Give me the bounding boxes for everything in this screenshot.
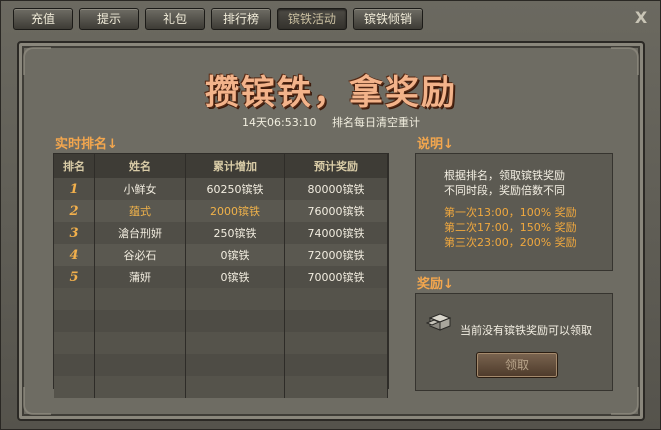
iron-ingot-icon <box>426 313 452 331</box>
empty-row <box>54 332 388 354</box>
desc-section-label: 说明↓ <box>417 137 454 152</box>
corner-ornament <box>23 387 51 415</box>
empty-row <box>54 376 388 398</box>
close-icon[interactable]: X <box>632 9 650 27</box>
tab-bar: 充值 提示 礼包 排行榜 镔铁活动 镔铁倾销 <box>13 8 424 30</box>
name-cell: 蒲妍 <box>94 266 186 288</box>
desc-line: 根据排名，领取镔铁奖励 <box>444 169 565 182</box>
name-cell: 蕴式 <box>94 200 186 222</box>
reward-cell: 70000镔铁 <box>284 266 388 288</box>
page-title: 攒镔铁，拿奖励 <box>205 73 457 113</box>
header-reward: 预计奖励 <box>284 154 388 178</box>
rank-section-label: 实时排名↓ <box>55 137 118 152</box>
reward-section-label: 奖励↓ <box>417 277 454 292</box>
total-cell: 2000镔铁 <box>185 200 285 222</box>
name-cell: 滄台刑妍 <box>94 222 186 244</box>
tab-tips[interactable]: 提示 <box>79 8 139 30</box>
table-row: 3 滄台刑妍 250镔铁 74000镔铁 <box>54 222 388 244</box>
tab-leaderboard[interactable]: 排行榜 <box>211 8 271 30</box>
main-panel: 攒镔铁，拿奖励 14天06:53:10 排名每日清空重计 实时排名↓ 排名 姓名… <box>17 41 645 421</box>
table-row: 4 谷必石 0镔铁 72000镔铁 <box>54 244 388 266</box>
corner-ornament <box>611 387 639 415</box>
tab-gift-pack[interactable]: 礼包 <box>145 8 205 30</box>
table-row: 2 蕴式 2000镔铁 76000镔铁 <box>54 200 388 222</box>
reset-note: 排名每日清空重计 <box>331 116 420 129</box>
tab-iron-sale[interactable]: 镔铁倾销 <box>353 8 424 30</box>
tab-iron-event[interactable]: 镔铁活动 <box>277 8 348 30</box>
rank-cell: 1 <box>54 178 95 200</box>
bonus-line: 第三次23:00，200% 奖励 <box>444 236 577 249</box>
rank-cell: 3 <box>54 222 95 244</box>
rank-cell: 5 <box>54 266 95 288</box>
table-header-row: 排名 姓名 累计增加 预计奖励 <box>54 154 388 178</box>
table-row: 1 小鲜女 60250镔铁 80000镔铁 <box>54 178 388 200</box>
rank-cell: 2 <box>54 200 95 222</box>
reward-cell: 72000镔铁 <box>284 244 388 266</box>
name-cell: 小鲜女 <box>94 178 186 200</box>
total-cell: 250镔铁 <box>185 222 285 244</box>
rank-cell: 4 <box>54 244 95 266</box>
empty-row <box>54 310 388 332</box>
timer-line: 14天06:53:10 排名每日清空重计 <box>19 114 643 130</box>
header-total: 累计增加 <box>185 154 285 178</box>
bonus-line: 第二次17:00，150% 奖励 <box>444 221 577 234</box>
total-cell: 0镔铁 <box>185 266 285 288</box>
claim-button[interactable]: 领取 <box>476 352 558 378</box>
name-cell: 谷必石 <box>94 244 186 266</box>
activity-window: 充值 提示 礼包 排行榜 镔铁活动 镔铁倾销 X 攒镔铁，拿奖励 14天06:5… <box>0 0 661 430</box>
reward-box: 当前没有镔铁奖励可以领取 领取 <box>415 293 613 391</box>
header-rank: 排名 <box>54 154 95 178</box>
reward-cell: 76000镔铁 <box>284 200 388 222</box>
description-box: 根据排名，领取镔铁奖励 不同时段，奖励倍数不同 第一次13:00，100% 奖励… <box>415 153 613 271</box>
rank-table: 排名 姓名 累计增加 预计奖励 1 小鲜女 60250镔铁 80000镔铁 2 <box>53 153 389 398</box>
empty-row <box>54 354 388 376</box>
desc-line: 不同时段，奖励倍数不同 <box>444 184 565 197</box>
total-cell: 60250镔铁 <box>185 178 285 200</box>
empty-row <box>54 288 388 310</box>
tab-recharge[interactable]: 充值 <box>13 8 73 30</box>
countdown-timer: 14天06:53:10 <box>242 116 317 129</box>
bonus-line: 第一次13:00，100% 奖励 <box>444 206 577 219</box>
reward-message: 当前没有镔铁奖励可以领取 <box>460 324 592 337</box>
header-name: 姓名 <box>94 154 186 178</box>
reward-cell: 74000镔铁 <box>284 222 388 244</box>
reward-cell: 80000镔铁 <box>284 178 388 200</box>
total-cell: 0镔铁 <box>185 244 285 266</box>
table-row: 5 蒲妍 0镔铁 70000镔铁 <box>54 266 388 288</box>
